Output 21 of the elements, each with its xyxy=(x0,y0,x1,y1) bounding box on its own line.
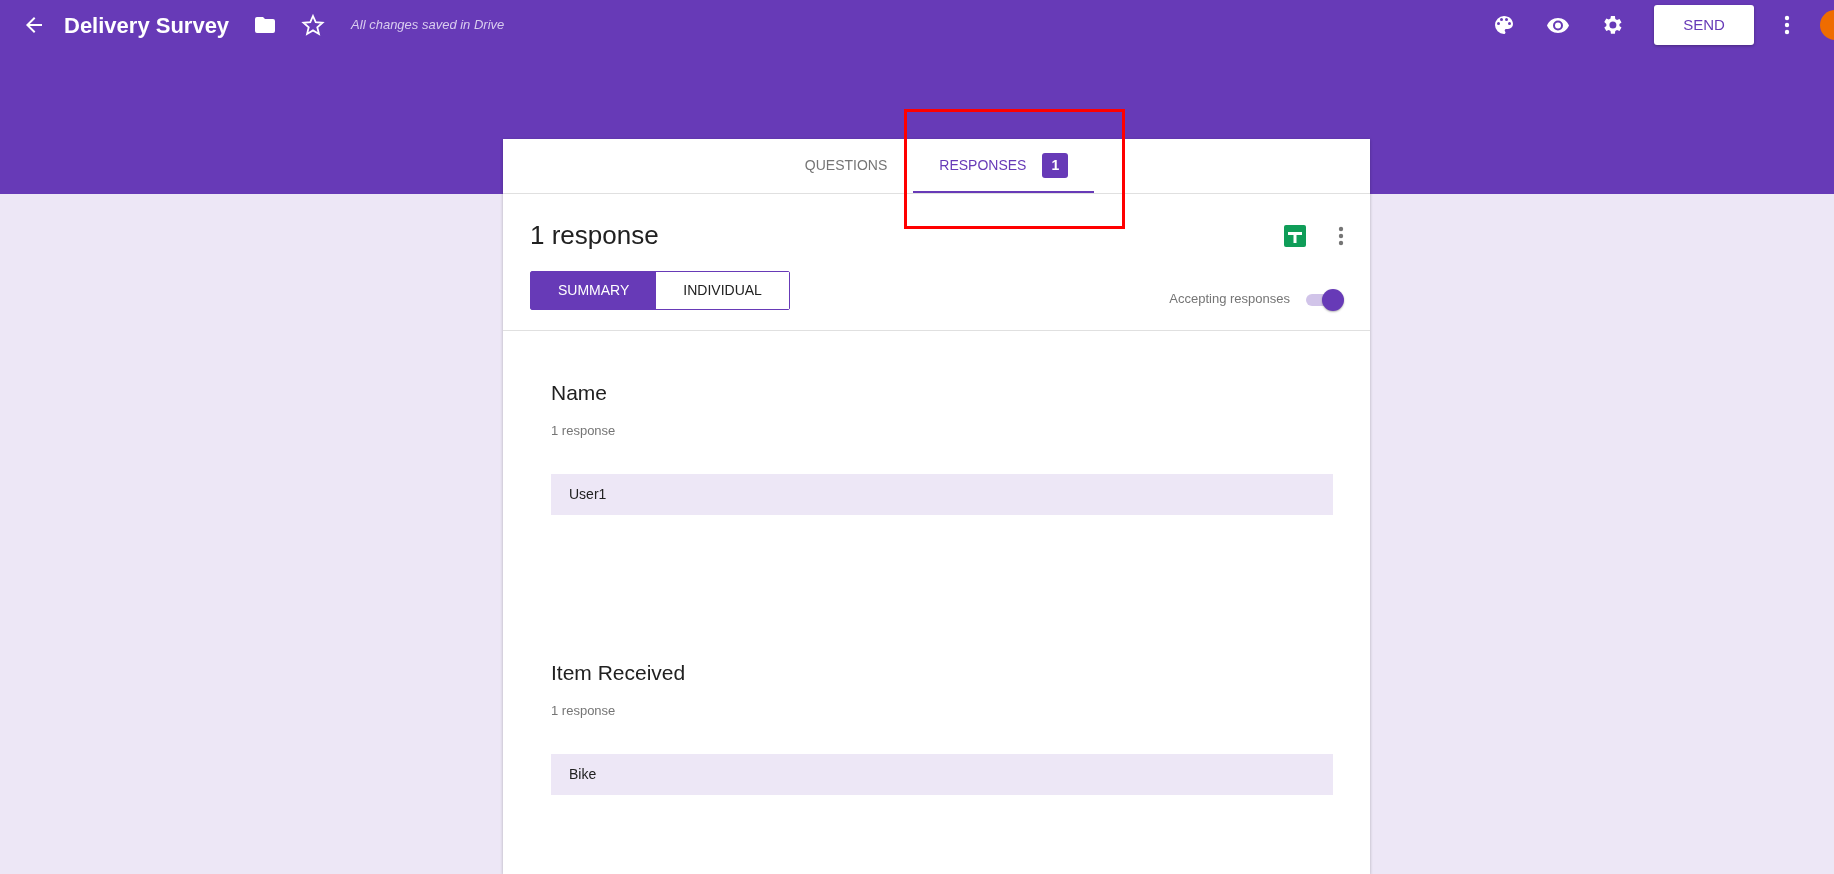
view-toggle[interactable]: SUMMARY xyxy=(531,272,657,309)
tab[interactable]: RESPONSES 1 xyxy=(913,139,1095,193)
switch-label: Accepting responses xyxy=(1169,290,1290,309)
more-icon[interactable] xyxy=(1338,225,1344,246)
answer-row: Bike xyxy=(551,754,1333,795)
answer-row: User1 xyxy=(551,474,1333,515)
question-title: Name xyxy=(551,380,609,406)
send-button[interactable]: SEND xyxy=(1654,5,1754,45)
tab[interactable]: QUESTIONS xyxy=(778,139,914,193)
count-badge: 1 xyxy=(1042,152,1069,178)
response-count: 1 response xyxy=(551,701,617,720)
accepting-switch[interactable] xyxy=(1304,288,1344,310)
palette-icon[interactable] xyxy=(1492,13,1516,37)
save-status: All changes saved in Drive xyxy=(351,16,505,35)
spreadsheet-icon[interactable] xyxy=(1284,224,1306,247)
form-title: Delivery Survey xyxy=(64,11,230,40)
response-count-heading: 1 response xyxy=(530,219,659,252)
response-count: 1 response xyxy=(551,421,617,440)
star-icon[interactable] xyxy=(301,13,326,37)
more-icon[interactable] xyxy=(1784,15,1790,35)
question-title: Item Received xyxy=(551,660,687,686)
